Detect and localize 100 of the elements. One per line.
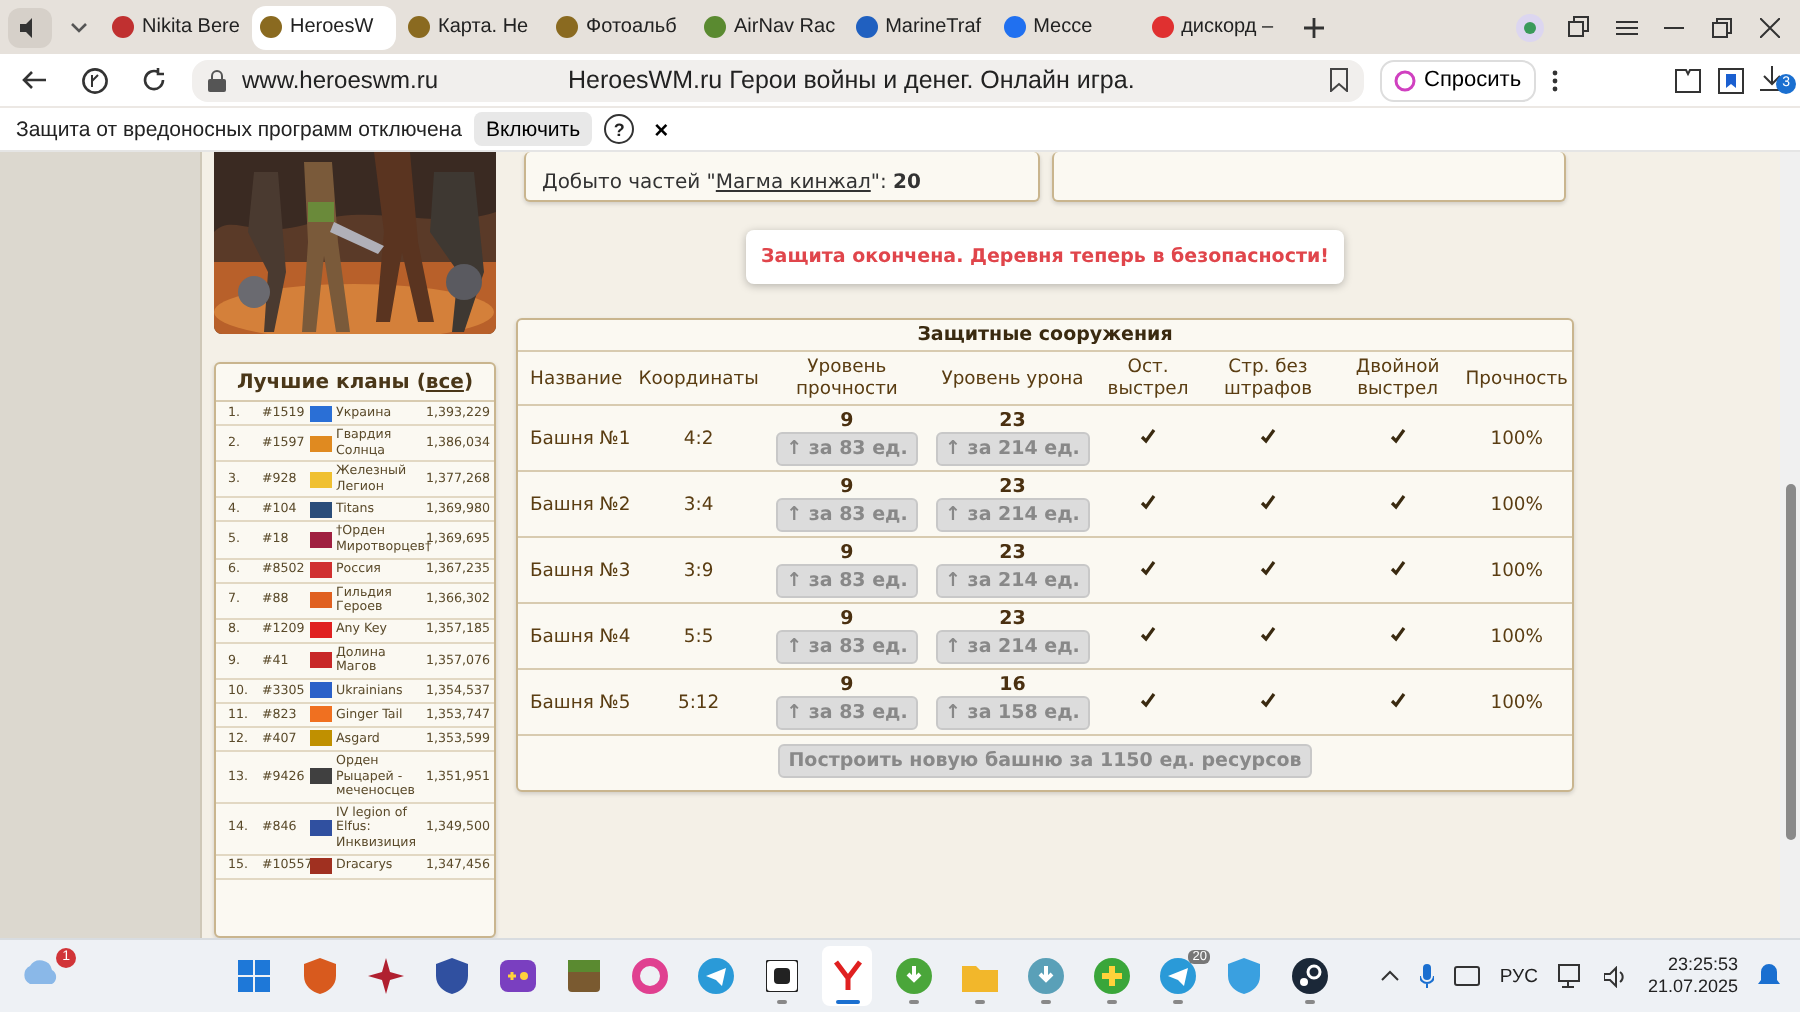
defense-ended-alert: Защита окончена. Деревня теперь в безопасности! (745, 230, 1345, 284)
coordinates-cell: 3:4 (683, 493, 714, 515)
clan-emblem-icon (310, 682, 332, 699)
windows-start-icon (237, 960, 270, 992)
lock-icon (208, 69, 226, 91)
browser-tab[interactable]: HeroesW (252, 5, 396, 49)
browser-icon (833, 960, 862, 992)
scrollbar-thumb[interactable] (1785, 484, 1795, 840)
ask-button[interactable]: Спросить (1380, 59, 1536, 101)
close-icon (1760, 17, 1780, 37)
tower-name: Башня №2 (530, 493, 631, 515)
table-title: Защитные сооружения (917, 324, 1173, 346)
bookmark-icon[interactable] (1330, 68, 1348, 92)
steam-icon (1291, 958, 1328, 994)
durability-cell: 100% (1490, 691, 1543, 713)
clan-emblem-icon (310, 501, 332, 518)
plus-icon (1303, 17, 1324, 37)
clan-emblem-icon (310, 858, 332, 874)
language-indicator[interactable]: РУС (1499, 965, 1538, 987)
durability-cell: 100% (1490, 427, 1543, 449)
site-icon (704, 16, 726, 38)
browser-tab[interactable]: Карта. Не (400, 5, 544, 49)
clan-emblem-icon (310, 652, 332, 669)
avatar-icon (1516, 13, 1544, 41)
chevron-up-icon[interactable] (1379, 970, 1400, 982)
durability-level: 9 (838, 477, 856, 497)
restore-icon (1712, 17, 1732, 37)
folder-icon (961, 961, 998, 991)
panel-title: Лучшие кланы (все) (216, 364, 494, 402)
reader-icon[interactable] (1674, 67, 1702, 93)
download-icon[interactable] (1760, 66, 1784, 92)
site-icon (1151, 16, 1174, 38)
column-header: Координаты (638, 367, 759, 389)
clan-emblem-icon (310, 435, 332, 452)
security-message: Защита от вредоносных программ отключена (16, 117, 462, 141)
gamepad-icon (499, 960, 536, 992)
bell-icon[interactable] (1758, 964, 1780, 988)
clan-emblem-icon (310, 730, 332, 747)
paper-plane-icon (697, 958, 734, 994)
network-icon[interactable] (1557, 964, 1584, 988)
tower-name: Башня №3 (530, 559, 631, 581)
column-header: Уровень прочности (796, 356, 898, 400)
browser-tab[interactable]: AirNav Rac (696, 5, 844, 49)
tab-audio-button[interactable] (8, 7, 52, 47)
tower-name: Башня №5 (530, 691, 631, 713)
coordinates-cell: 4:2 (683, 427, 714, 449)
address-field[interactable]: www.heroeswm.ru HeroesWM.ru Герои войны и денег. Онлайн игра. (192, 59, 1364, 101)
damage-level: 16 (997, 675, 1028, 695)
url-text: www.heroeswm.ru (242, 66, 441, 94)
circle-app-icon (1027, 958, 1064, 994)
clan-emblem-icon (310, 622, 332, 639)
column-header: Стр. без штрафов (1223, 356, 1313, 400)
clan-emblem-icon (310, 820, 332, 837)
all-clans-link[interactable]: все (425, 372, 464, 394)
more-icon[interactable] (1551, 69, 1558, 91)
damage-level: 23 (997, 609, 1028, 629)
clan-emblem-icon (310, 592, 332, 609)
item-link[interactable]: Магма кинжал (715, 172, 871, 194)
date-text: 21.07.2025 (1647, 976, 1738, 998)
damage-level: 23 (997, 543, 1028, 563)
clan-emblem-icon (310, 405, 332, 421)
browser-tab[interactable]: Фотоальб (548, 5, 692, 49)
column-header: Название (530, 367, 623, 389)
coordinates-cell: 5:12 (677, 691, 720, 713)
parts-count-text: Добыто частей "Магма кинжал": 20 (542, 172, 921, 194)
durability-level: 9 (838, 411, 856, 431)
durability-cell: 100% (1490, 559, 1543, 581)
browser-tab[interactable]: Nikita Bere (104, 5, 248, 49)
enable-button[interactable]: Включить (473, 112, 593, 146)
back-arrow-icon (22, 70, 46, 90)
coordinates-cell: 5:5 (683, 625, 714, 647)
sparkle-icon (1394, 69, 1416, 91)
microphone-icon[interactable] (1419, 964, 1434, 988)
close-button[interactable]: × (646, 115, 677, 143)
browser-tab[interactable]: MarineTraf (847, 5, 992, 49)
reload-icon (142, 68, 166, 92)
shield-icon (435, 958, 468, 994)
damage-level: 23 (997, 477, 1028, 497)
scrollbar[interactable] (1780, 152, 1800, 938)
browser-tab[interactable]: дискорд – (1143, 5, 1288, 49)
star-icon (367, 958, 404, 994)
paper-plane-icon (1159, 958, 1196, 994)
volume-icon[interactable] (1603, 965, 1628, 987)
clock[interactable]: 23:25:53 21.07.2025 (1647, 954, 1738, 998)
menu-icon (1615, 19, 1637, 35)
column-header: Двойной выстрел (1355, 356, 1440, 400)
site-icon (556, 16, 578, 38)
tablet-icon[interactable] (1453, 966, 1480, 986)
durability-cell: 100% (1490, 625, 1543, 647)
help-button[interactable]: ? (604, 114, 635, 144)
copy-icon (1567, 16, 1589, 38)
column-header: Уровень урона (941, 367, 1084, 389)
browser-tab[interactable]: Мессе (995, 5, 1140, 49)
site-icon (408, 16, 430, 38)
chevron-down-icon (69, 21, 87, 33)
bookmarks-icon[interactable] (1718, 67, 1744, 93)
site-icon (260, 16, 282, 38)
clan-emblem-icon (310, 562, 332, 579)
circle-logo-icon (81, 67, 107, 93)
clan-emblem-icon (310, 706, 332, 723)
